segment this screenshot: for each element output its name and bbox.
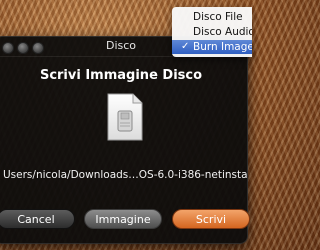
disk-burn-window: Disco Scrivi Immagine Disco Users/nicola…: [0, 36, 250, 244]
menu-item-burn-image[interactable]: ✓ Burn Image: [172, 40, 252, 54]
menu-item-label: Disco File: [193, 11, 243, 23]
dialog-heading: Scrivi Immagine Disco: [39, 68, 203, 83]
menu-item-label: Disco Audio: [193, 26, 252, 38]
cancel-button[interactable]: Cancel: [0, 209, 75, 229]
menu-item-disco-audio[interactable]: Disco Audio: [172, 25, 252, 39]
menu-item-label: Burn Image: [193, 41, 252, 53]
disk-image-file-icon: [107, 93, 143, 141]
checkmark-icon: ✓: [181, 41, 190, 52]
burn-mode-menu: Disco File Disco Audio ✓ Burn Image: [172, 7, 252, 57]
write-button[interactable]: Scrivi: [172, 209, 250, 229]
menu-item-disco-file[interactable]: Disco File: [172, 10, 252, 24]
selected-file-path: Users/nicola/Downloads…OS-6.0-i386-netin…: [3, 169, 247, 181]
choose-image-button[interactable]: Immagine: [84, 209, 162, 229]
